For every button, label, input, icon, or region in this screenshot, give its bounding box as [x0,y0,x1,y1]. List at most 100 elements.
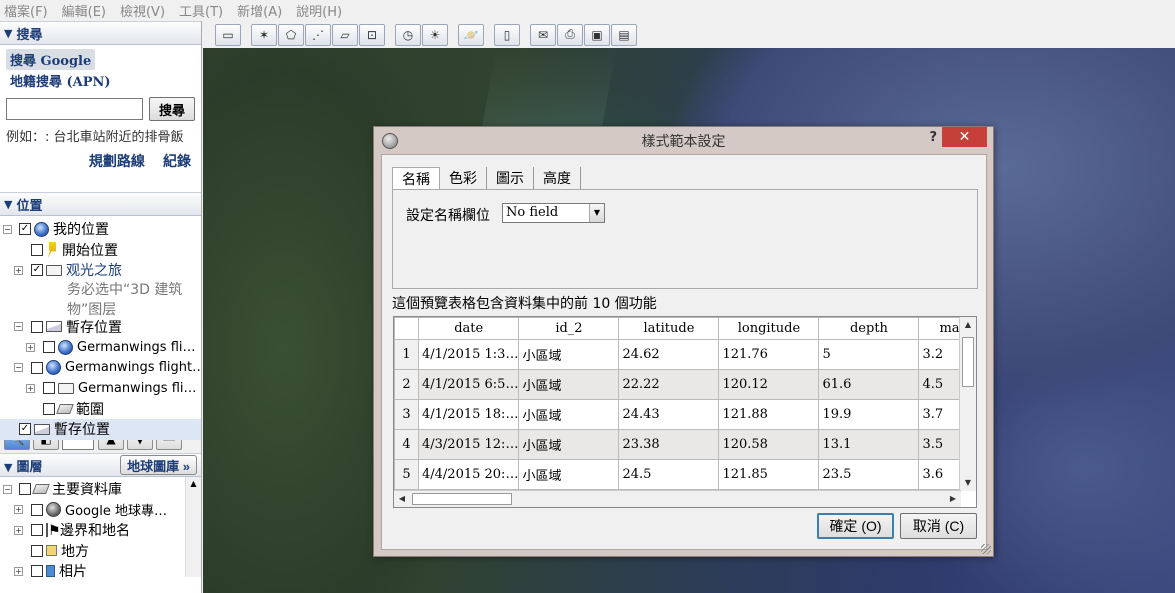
checkbox[interactable] [31,544,43,557]
tab-search-apn[interactable]: 地籍搜尋 (APN) [6,70,115,91]
polygon-icon[interactable]: ⬠ [278,23,304,46]
collapse-icon[interactable]: − [14,363,23,373]
list-item[interactable]: − 暫存位置 [0,317,201,338]
earth-gallery-button[interactable]: 地球圖庫 » [120,455,197,475]
menu-edit[interactable]: 編輯(E) [62,1,106,20]
collapse-icon[interactable]: − [14,322,23,332]
expand-icon[interactable]: + [14,525,23,535]
search-button[interactable]: 搜尋 [149,97,195,121]
table-row[interactable]: 1 4/1/2015 1:3… 小區域 24.62 121.76 5 3.2 [394,339,970,370]
checkbox[interactable] [31,565,43,578]
list-item[interactable]: 開始位置 [0,240,201,261]
table-row[interactable]: 5 4/4/2015 20:… 小區域 24.5 121.85 23.5 3.6 [394,459,970,490]
save-image-icon[interactable]: ▤ [611,23,637,46]
checkbox[interactable] [31,503,43,516]
sunlight-icon[interactable]: ☀ [422,23,448,46]
close-button[interactable]: ✕ [942,127,987,147]
list-item[interactable]: + ✓ 观光之旅 [0,260,201,281]
menu-add[interactable]: 新增(A) [237,1,282,20]
expand-icon[interactable]: + [14,505,23,515]
list-item[interactable]: − ✓ 我的位置 [0,219,201,240]
tab-color[interactable]: 色彩 [440,167,487,189]
ok-button[interactable]: 確定 (O) [817,513,894,539]
expand-icon[interactable]: + [26,342,35,352]
record-tour-icon[interactable]: ⊡ [359,23,385,46]
directions-link[interactable]: 規劃路線 [89,154,145,170]
name-field-select[interactable]: No field ▼ [502,203,605,223]
tab-search-google[interactable]: 搜尋 Google [6,49,96,70]
search-input[interactable] [6,98,143,120]
sidebar-toggle-icon[interactable]: ▭ [215,23,241,46]
checkbox[interactable]: ✓ [19,223,31,236]
column-header[interactable]: id_2 [518,317,620,340]
print-icon[interactable]: ⎙ [557,23,583,46]
tab-height[interactable]: 高度 [534,167,581,189]
email-icon[interactable]: ✉ [530,23,556,46]
expand-icon[interactable]: + [14,566,23,576]
tab-name[interactable]: 名稱 [392,167,440,189]
checkbox[interactable] [31,243,43,256]
layers-header[interactable]: ▼ 圖層 地球圖庫 » [0,453,201,477]
menu-view[interactable]: 檢視(V) [120,1,165,20]
list-item[interactable]: 範圍 [0,399,201,420]
scroll-thumb[interactable] [412,493,512,505]
dialog-titlebar[interactable]: 樣式範本設定 ? ✕ [374,127,993,154]
table-row[interactable]: 4 4/3/2015 12:… 小區域 23.38 120.58 13.1 3.… [394,429,970,460]
menu-file[interactable]: 檔案(F) [4,1,48,20]
table-horizontal-scrollbar[interactable]: ◀ ▶ [394,490,961,507]
collapse-icon[interactable]: − [3,484,12,494]
scroll-right-icon[interactable]: ▶ [945,491,961,507]
scroll-up-icon[interactable]: ▲ [960,317,976,333]
scroll-down-icon[interactable]: ▼ [960,475,976,491]
cancel-button[interactable]: 取消 (C) [900,513,977,539]
ruler-icon[interactable]: ▯ [494,23,520,46]
tab-icon[interactable]: 圖示 [487,167,534,189]
search-header[interactable]: ▼ 搜尋 [0,21,201,45]
list-item[interactable]: − Germanwings flight… [0,358,201,379]
column-header[interactable]: latitude [618,317,720,340]
scroll-thumb[interactable] [962,337,974,387]
checkbox[interactable] [43,402,55,415]
checkbox[interactable]: ✓ [19,423,31,436]
scroll-left-icon[interactable]: ◀ [394,491,410,507]
list-item[interactable]: + 相片 [0,561,201,582]
expand-icon[interactable]: + [14,265,23,275]
column-header[interactable]: longitude [718,317,820,340]
menu-help[interactable]: 說明(H) [296,1,342,20]
checkbox[interactable] [31,361,43,374]
placemark-icon[interactable]: ✶ [251,23,277,46]
table-cell: 24.43 [618,399,720,430]
list-item[interactable]: ✓ 暫存位置 [0,419,201,440]
table-row[interactable]: 2 4/1/2015 6:5… 小區域 22.22 120.12 61.6 4.… [394,369,970,400]
list-item[interactable]: + ⚑ 邊界和地名 [0,520,201,541]
list-item[interactable]: + Google 地球專… [0,500,201,521]
history-link[interactable]: 紀錄 [163,154,191,170]
checkbox[interactable] [43,382,55,395]
checkbox[interactable] [31,320,43,333]
list-item[interactable]: + Germanwings fli… [0,378,201,399]
checkbox[interactable] [19,483,31,496]
table-row[interactable]: 3 4/1/2015 18:… 小區域 24.43 121.88 19.9 3.… [394,399,970,430]
checkbox[interactable] [31,524,43,537]
image-overlay-icon[interactable]: ▱ [332,23,358,46]
planets-icon[interactable]: 🪐 [458,23,484,46]
column-header[interactable]: date [417,317,520,340]
checkbox[interactable] [43,341,55,354]
view-in-maps-icon[interactable]: ▣ [584,23,610,46]
expand-icon[interactable]: + [26,383,35,393]
layers-scrollbar[interactable]: ▲ [185,477,201,577]
menu-tools[interactable]: 工具(T) [179,1,223,20]
list-item[interactable]: − 主要資料庫 [0,479,201,500]
checkbox[interactable]: ✓ [31,264,43,277]
list-item[interactable]: + Germanwings fli… [0,337,201,358]
path-icon[interactable]: ⋰ [305,23,331,46]
globe-icon [34,221,49,237]
places-header[interactable]: ▼ 位置 [0,192,201,216]
help-button[interactable]: ? [929,130,937,145]
column-header[interactable]: depth [818,317,920,340]
table-vertical-scrollbar[interactable]: ▲ ▼ [959,317,976,491]
historical-imagery-icon[interactable]: ◷ [395,23,421,46]
collapse-icon[interactable]: − [3,224,12,234]
list-item[interactable]: 地方 [0,541,201,562]
resize-grip[interactable] [981,544,991,554]
